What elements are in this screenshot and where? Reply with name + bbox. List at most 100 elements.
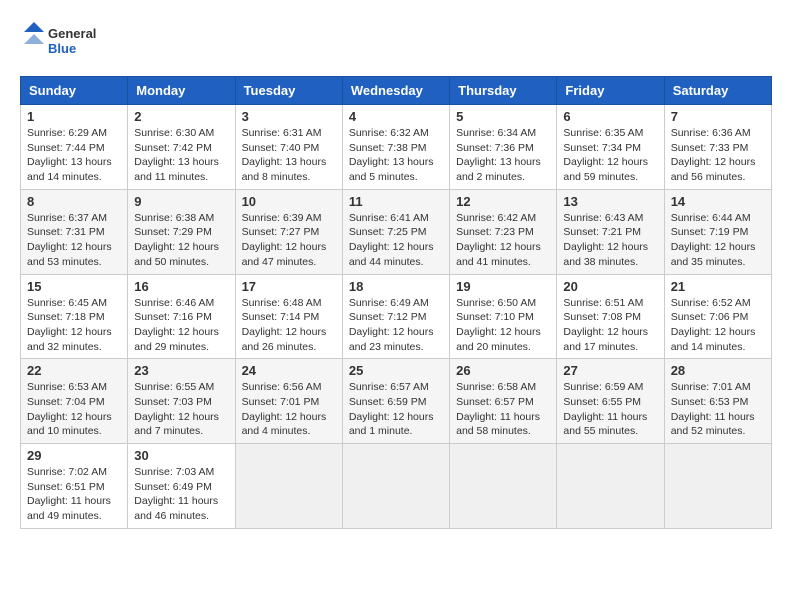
calendar-cell: 29 Sunrise: 7:02 AM Sunset: 6:51 PM Dayl…: [21, 444, 128, 529]
day-number: 4: [349, 109, 443, 124]
day-number: 26: [456, 363, 550, 378]
logo-svg: General Blue: [20, 20, 120, 60]
calendar-cell: 11 Sunrise: 6:41 AM Sunset: 7:25 PM Dayl…: [342, 189, 449, 274]
calendar-cell: 7 Sunrise: 6:36 AM Sunset: 7:33 PM Dayli…: [664, 105, 771, 190]
day-info: Sunrise: 6:36 AM Sunset: 7:33 PM Dayligh…: [671, 126, 765, 185]
day-info: Sunrise: 6:42 AM Sunset: 7:23 PM Dayligh…: [456, 211, 550, 270]
weekday-header-wednesday: Wednesday: [342, 77, 449, 105]
calendar-cell: 22 Sunrise: 6:53 AM Sunset: 7:04 PM Dayl…: [21, 359, 128, 444]
day-info: Sunrise: 6:52 AM Sunset: 7:06 PM Dayligh…: [671, 296, 765, 355]
day-number: 5: [456, 109, 550, 124]
calendar-cell: 10 Sunrise: 6:39 AM Sunset: 7:27 PM Dayl…: [235, 189, 342, 274]
day-info: Sunrise: 6:56 AM Sunset: 7:01 PM Dayligh…: [242, 380, 336, 439]
calendar-cell: 14 Sunrise: 6:44 AM Sunset: 7:19 PM Dayl…: [664, 189, 771, 274]
day-number: 1: [27, 109, 121, 124]
day-number: 9: [134, 194, 228, 209]
day-info: Sunrise: 6:43 AM Sunset: 7:21 PM Dayligh…: [563, 211, 657, 270]
weekday-header-friday: Friday: [557, 77, 664, 105]
calendar-cell: 6 Sunrise: 6:35 AM Sunset: 7:34 PM Dayli…: [557, 105, 664, 190]
day-info: Sunrise: 7:01 AM Sunset: 6:53 PM Dayligh…: [671, 380, 765, 439]
calendar-cell: 8 Sunrise: 6:37 AM Sunset: 7:31 PM Dayli…: [21, 189, 128, 274]
calendar-cell: 9 Sunrise: 6:38 AM Sunset: 7:29 PM Dayli…: [128, 189, 235, 274]
calendar-cell: 26 Sunrise: 6:58 AM Sunset: 6:57 PM Dayl…: [450, 359, 557, 444]
calendar-cell: [342, 444, 449, 529]
day-number: 3: [242, 109, 336, 124]
day-info: Sunrise: 6:58 AM Sunset: 6:57 PM Dayligh…: [456, 380, 550, 439]
day-number: 16: [134, 279, 228, 294]
calendar-cell: [664, 444, 771, 529]
day-number: 15: [27, 279, 121, 294]
day-info: Sunrise: 6:55 AM Sunset: 7:03 PM Dayligh…: [134, 380, 228, 439]
calendar-cell: 13 Sunrise: 6:43 AM Sunset: 7:21 PM Dayl…: [557, 189, 664, 274]
calendar-cell: 25 Sunrise: 6:57 AM Sunset: 6:59 PM Dayl…: [342, 359, 449, 444]
day-number: 20: [563, 279, 657, 294]
calendar-cell: 23 Sunrise: 6:55 AM Sunset: 7:03 PM Dayl…: [128, 359, 235, 444]
calendar-cell: 15 Sunrise: 6:45 AM Sunset: 7:18 PM Dayl…: [21, 274, 128, 359]
calendar-cell: 2 Sunrise: 6:30 AM Sunset: 7:42 PM Dayli…: [128, 105, 235, 190]
calendar-cell: 24 Sunrise: 6:56 AM Sunset: 7:01 PM Dayl…: [235, 359, 342, 444]
day-info: Sunrise: 6:39 AM Sunset: 7:27 PM Dayligh…: [242, 211, 336, 270]
day-info: Sunrise: 7:03 AM Sunset: 6:49 PM Dayligh…: [134, 465, 228, 524]
day-number: 23: [134, 363, 228, 378]
calendar-cell: 18 Sunrise: 6:49 AM Sunset: 7:12 PM Dayl…: [342, 274, 449, 359]
calendar-cell: [450, 444, 557, 529]
day-info: Sunrise: 6:30 AM Sunset: 7:42 PM Dayligh…: [134, 126, 228, 185]
day-number: 24: [242, 363, 336, 378]
day-info: Sunrise: 6:35 AM Sunset: 7:34 PM Dayligh…: [563, 126, 657, 185]
weekday-header-thursday: Thursday: [450, 77, 557, 105]
day-info: Sunrise: 6:50 AM Sunset: 7:10 PM Dayligh…: [456, 296, 550, 355]
day-info: Sunrise: 6:51 AM Sunset: 7:08 PM Dayligh…: [563, 296, 657, 355]
day-number: 18: [349, 279, 443, 294]
day-number: 21: [671, 279, 765, 294]
day-info: Sunrise: 6:29 AM Sunset: 7:44 PM Dayligh…: [27, 126, 121, 185]
day-number: 17: [242, 279, 336, 294]
calendar-cell: 20 Sunrise: 6:51 AM Sunset: 7:08 PM Dayl…: [557, 274, 664, 359]
calendar-cell: 16 Sunrise: 6:46 AM Sunset: 7:16 PM Dayl…: [128, 274, 235, 359]
day-info: Sunrise: 6:44 AM Sunset: 7:19 PM Dayligh…: [671, 211, 765, 270]
page-header: General Blue: [20, 20, 772, 60]
day-info: Sunrise: 6:32 AM Sunset: 7:38 PM Dayligh…: [349, 126, 443, 185]
calendar-cell: 28 Sunrise: 7:01 AM Sunset: 6:53 PM Dayl…: [664, 359, 771, 444]
day-info: Sunrise: 6:57 AM Sunset: 6:59 PM Dayligh…: [349, 380, 443, 439]
day-info: Sunrise: 6:46 AM Sunset: 7:16 PM Dayligh…: [134, 296, 228, 355]
day-number: 19: [456, 279, 550, 294]
day-number: 2: [134, 109, 228, 124]
day-info: Sunrise: 6:45 AM Sunset: 7:18 PM Dayligh…: [27, 296, 121, 355]
day-number: 14: [671, 194, 765, 209]
day-info: Sunrise: 6:53 AM Sunset: 7:04 PM Dayligh…: [27, 380, 121, 439]
calendar-cell: 21 Sunrise: 6:52 AM Sunset: 7:06 PM Dayl…: [664, 274, 771, 359]
day-number: 22: [27, 363, 121, 378]
day-info: Sunrise: 6:49 AM Sunset: 7:12 PM Dayligh…: [349, 296, 443, 355]
day-number: 27: [563, 363, 657, 378]
svg-text:Blue: Blue: [48, 41, 76, 56]
calendar-cell: [557, 444, 664, 529]
day-number: 30: [134, 448, 228, 463]
day-info: Sunrise: 6:37 AM Sunset: 7:31 PM Dayligh…: [27, 211, 121, 270]
calendar-cell: 30 Sunrise: 7:03 AM Sunset: 6:49 PM Dayl…: [128, 444, 235, 529]
calendar-table: SundayMondayTuesdayWednesdayThursdayFrid…: [20, 76, 772, 529]
day-info: Sunrise: 6:41 AM Sunset: 7:25 PM Dayligh…: [349, 211, 443, 270]
day-info: Sunrise: 7:02 AM Sunset: 6:51 PM Dayligh…: [27, 465, 121, 524]
calendar-cell: 3 Sunrise: 6:31 AM Sunset: 7:40 PM Dayli…: [235, 105, 342, 190]
day-number: 29: [27, 448, 121, 463]
calendar-cell: 1 Sunrise: 6:29 AM Sunset: 7:44 PM Dayli…: [21, 105, 128, 190]
calendar-cell: 12 Sunrise: 6:42 AM Sunset: 7:23 PM Dayl…: [450, 189, 557, 274]
weekday-header-tuesday: Tuesday: [235, 77, 342, 105]
day-number: 6: [563, 109, 657, 124]
day-info: Sunrise: 6:59 AM Sunset: 6:55 PM Dayligh…: [563, 380, 657, 439]
day-info: Sunrise: 6:31 AM Sunset: 7:40 PM Dayligh…: [242, 126, 336, 185]
calendar-cell: 27 Sunrise: 6:59 AM Sunset: 6:55 PM Dayl…: [557, 359, 664, 444]
day-number: 7: [671, 109, 765, 124]
day-number: 25: [349, 363, 443, 378]
day-number: 10: [242, 194, 336, 209]
calendar-cell: 17 Sunrise: 6:48 AM Sunset: 7:14 PM Dayl…: [235, 274, 342, 359]
day-number: 11: [349, 194, 443, 209]
svg-text:General: General: [48, 26, 96, 41]
day-info: Sunrise: 6:48 AM Sunset: 7:14 PM Dayligh…: [242, 296, 336, 355]
day-number: 13: [563, 194, 657, 209]
day-info: Sunrise: 6:34 AM Sunset: 7:36 PM Dayligh…: [456, 126, 550, 185]
calendar-cell: 4 Sunrise: 6:32 AM Sunset: 7:38 PM Dayli…: [342, 105, 449, 190]
day-info: Sunrise: 6:38 AM Sunset: 7:29 PM Dayligh…: [134, 211, 228, 270]
weekday-header-sunday: Sunday: [21, 77, 128, 105]
weekday-header-monday: Monday: [128, 77, 235, 105]
